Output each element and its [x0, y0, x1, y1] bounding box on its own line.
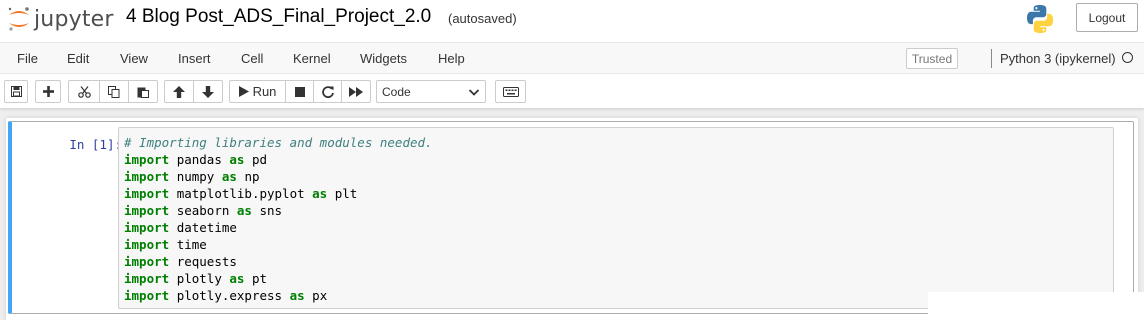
fast-forward-icon [349, 86, 363, 97]
background-patch [928, 292, 1144, 320]
code-line: import plotly as pt [124, 271, 267, 286]
code-keyword: as [289, 288, 305, 303]
restart-kernel-button[interactable] [313, 80, 342, 103]
code-comment: # Importing libraries and modules needed… [124, 135, 433, 150]
code-line: import requests [124, 254, 237, 269]
copy-icon [108, 85, 120, 98]
code-keyword: as [236, 203, 252, 218]
jupyter-logo[interactable]: jupyter [6, 4, 114, 34]
code-keyword: import [124, 237, 170, 252]
menu-kernel[interactable]: Kernel [293, 51, 331, 66]
menu-view[interactable]: View [120, 51, 148, 66]
menu-file[interactable]: File [17, 51, 38, 66]
code-content[interactable]: # Importing libraries and modules needed… [124, 134, 433, 304]
jupyter-logo-icon [8, 7, 29, 31]
move-cell-down-button[interactable] [193, 80, 223, 103]
cut-button[interactable] [68, 80, 100, 103]
command-palette-button[interactable] [495, 80, 526, 103]
keyboard-icon [502, 86, 519, 97]
menu-help[interactable]: Help [438, 51, 465, 66]
copy-button[interactable] [99, 80, 129, 103]
code-module: plotly [176, 271, 222, 286]
menu-cell[interactable]: Cell [241, 51, 263, 66]
cell-prompt: In [1]: [69, 137, 122, 152]
logout-button[interactable]: Logout [1076, 3, 1138, 32]
code-keyword: import [124, 220, 170, 235]
stop-icon [294, 86, 305, 97]
code-keyword: as [312, 186, 328, 201]
code-module: datetime [176, 220, 237, 235]
cut-icon [77, 85, 91, 98]
notebook-title[interactable]: 4 Blog Post_ADS_Final_Project_2.0 [126, 6, 431, 28]
code-cell[interactable]: In [1]: # Importing libraries and module… [8, 121, 1134, 314]
code-module: pandas [176, 152, 222, 167]
menu-insert[interactable]: Insert [178, 51, 211, 66]
arrow-up-icon [173, 85, 185, 98]
code-line: import seaborn as sns [124, 203, 282, 218]
save-button[interactable] [4, 80, 28, 103]
plus-icon [42, 86, 54, 97]
cell-type-value: Code [382, 84, 411, 99]
code-module: numpy [176, 169, 215, 184]
insert-cell-button[interactable] [35, 80, 61, 103]
autosave-status: (autosaved) [448, 11, 517, 26]
python-logo-icon [1024, 3, 1056, 40]
code-editor[interactable]: # Importing libraries and modules needed… [118, 127, 1114, 309]
play-icon [238, 86, 249, 97]
code-line: import pandas as pd [124, 152, 267, 167]
menu-widgets[interactable]: Widgets [360, 51, 407, 66]
code-keyword: import [124, 169, 170, 184]
chevron-down-icon [468, 89, 480, 96]
code-keyword: import [124, 203, 170, 218]
code-line: import datetime [124, 220, 237, 235]
cell-type-select[interactable]: Code [376, 80, 486, 103]
code-line: import numpy as np [124, 169, 260, 184]
notebook-page: In [1]: # Importing libraries and module… [6, 118, 1138, 320]
code-keyword: import [124, 186, 170, 201]
interrupt-kernel-button[interactable] [285, 80, 314, 103]
code-alias: sns [259, 203, 283, 218]
restart-run-all-button[interactable] [341, 80, 371, 103]
code-keyword: as [229, 152, 245, 167]
paste-button[interactable] [128, 80, 158, 103]
code-module: seaborn [176, 203, 230, 218]
code-line: import time [124, 237, 207, 252]
menubar: File Edit View Insert Cell Kernel Widget… [0, 42, 1144, 74]
move-cell-up-button[interactable] [164, 80, 194, 103]
kernel-divider [991, 49, 992, 68]
code-keyword: as [229, 271, 245, 286]
menu-edit[interactable]: Edit [67, 51, 89, 66]
code-alias: plt [334, 186, 358, 201]
code-keyword: import [124, 271, 170, 286]
code-module: requests [176, 254, 237, 269]
code-alias: pd [251, 152, 268, 167]
code-alias: np [244, 169, 260, 184]
run-button[interactable]: Run [229, 80, 286, 103]
code-keyword: as [221, 169, 237, 184]
paste-icon [137, 87, 149, 98]
restart-icon [321, 85, 334, 98]
run-button-label: Run [252, 84, 277, 99]
arrow-down-icon [202, 85, 214, 98]
code-keyword: import [124, 152, 170, 167]
code-module: matplotlib.pyplot [176, 186, 305, 201]
jupyter-logo-text: jupyter [34, 6, 114, 32]
code-module: plotly.express [176, 288, 283, 303]
code-keyword: import [124, 254, 170, 269]
code-keyword: import [124, 288, 170, 303]
code-alias: px [312, 288, 328, 303]
code-module: time [176, 237, 207, 252]
code-alias: pt [251, 271, 268, 286]
kernel-status-icon [1122, 52, 1133, 63]
trusted-indicator[interactable]: Trusted [906, 48, 958, 69]
code-line: import plotly.express as px [124, 288, 327, 303]
save-icon [10, 86, 22, 97]
code-line: import matplotlib.pyplot as plt [124, 186, 357, 201]
notebook-header: jupyter 4 Blog Post_ADS_Final_Project_2.… [0, 0, 1144, 108]
kernel-name[interactable]: Python 3 (ipykernel) [1000, 51, 1116, 66]
